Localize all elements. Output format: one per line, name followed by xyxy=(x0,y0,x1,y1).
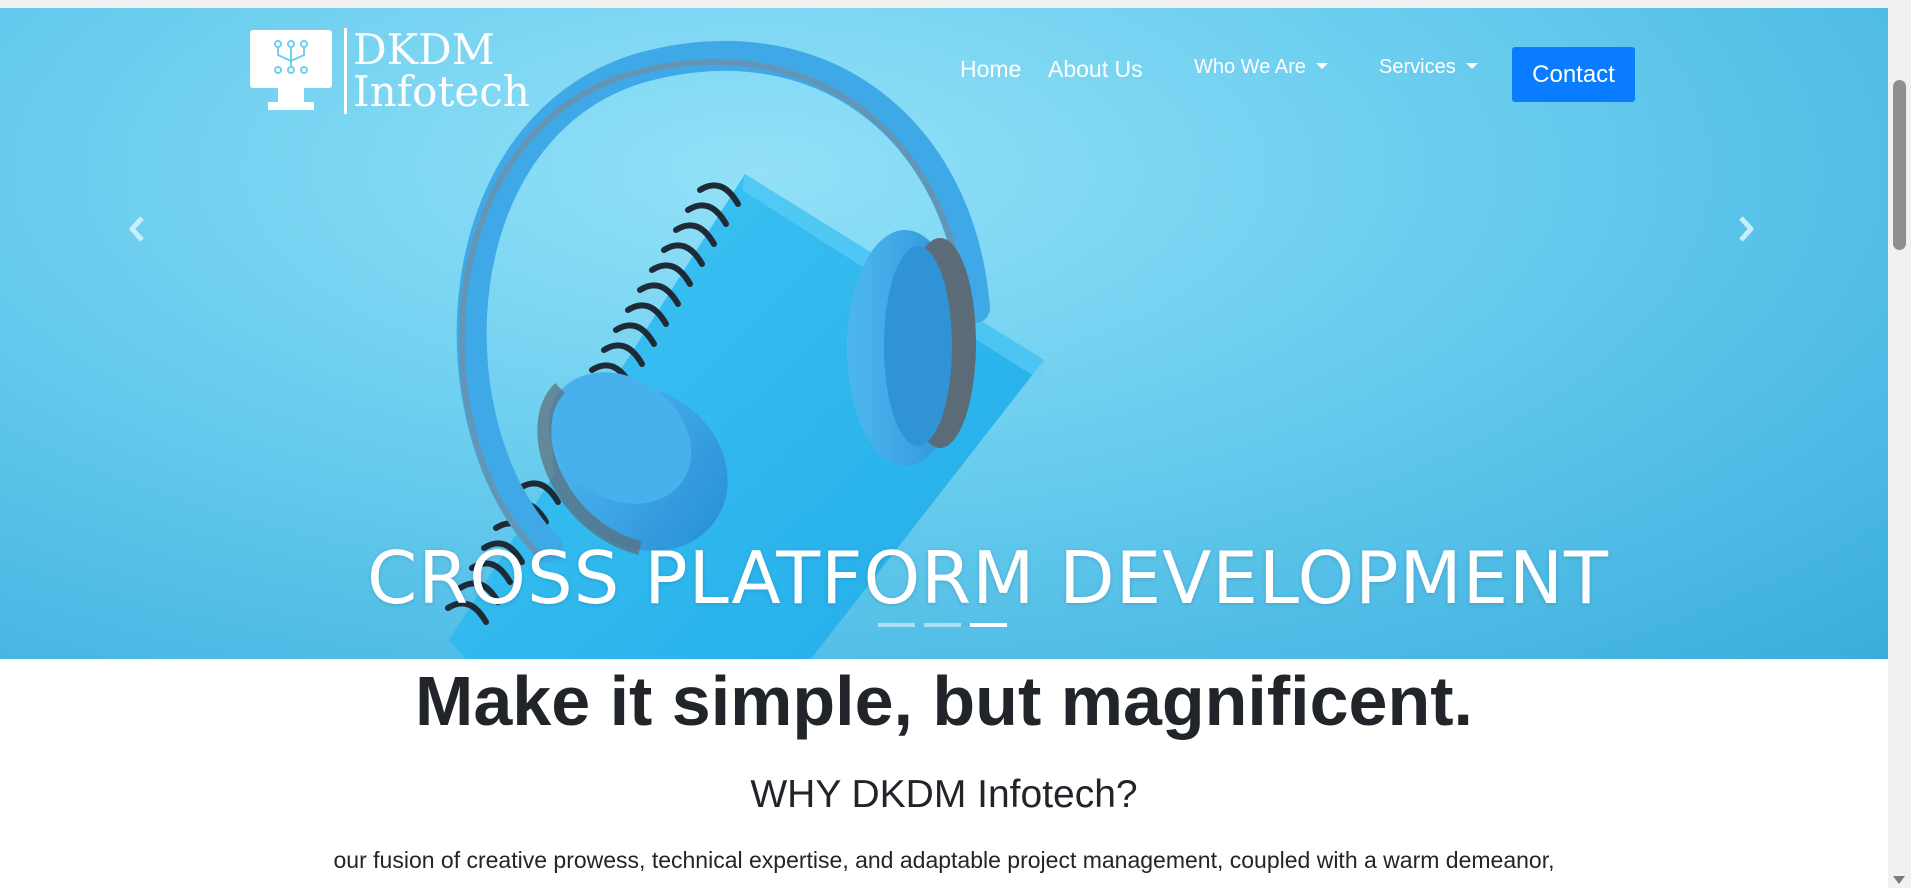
scrollbar-thumb[interactable] xyxy=(1893,80,1906,250)
nav-home[interactable]: Home xyxy=(960,56,1021,83)
carousel-next-button[interactable] xyxy=(1727,204,1767,254)
hero-carousel: DKDM Infotech Home About Us Who We Are S… xyxy=(0,8,1888,659)
page-headline: Make it simple, but magnificent. xyxy=(415,662,1473,740)
nav-services-dropdown[interactable]: Services xyxy=(1379,56,1478,79)
chevron-right-icon xyxy=(1739,216,1754,242)
caret-down-icon xyxy=(1315,63,1328,69)
carousel-indicator-2[interactable] xyxy=(924,623,961,627)
carousel-indicator-3[interactable] xyxy=(970,623,1007,627)
nav-about[interactable]: About Us xyxy=(1048,56,1143,83)
nav-services-label: Services xyxy=(1379,56,1456,78)
caret-down-icon xyxy=(1465,63,1478,69)
browser-top-strip xyxy=(0,0,1911,8)
carousel-indicator-1[interactable] xyxy=(878,623,915,627)
nav-who-we-are-label: Who We Are xyxy=(1194,56,1306,78)
contact-button[interactable]: Contact xyxy=(1512,47,1635,102)
section-heading: WHY DKDM Infotech? xyxy=(750,773,1138,816)
page-scrollbar[interactable] xyxy=(1888,8,1911,888)
chevron-left-icon xyxy=(129,216,144,242)
carousel-indicators xyxy=(878,623,1007,627)
scroll-down-arrow-icon[interactable] xyxy=(1893,876,1905,884)
nav-who-we-are-dropdown[interactable]: Who We Are xyxy=(1194,56,1328,79)
carousel-prev-button[interactable] xyxy=(118,204,158,254)
intro-paragraph: our fusion of creative prowess, technica… xyxy=(333,847,1555,873)
carousel-caption: CROSS PLATFORM DEVELOPMENT xyxy=(367,536,1609,620)
